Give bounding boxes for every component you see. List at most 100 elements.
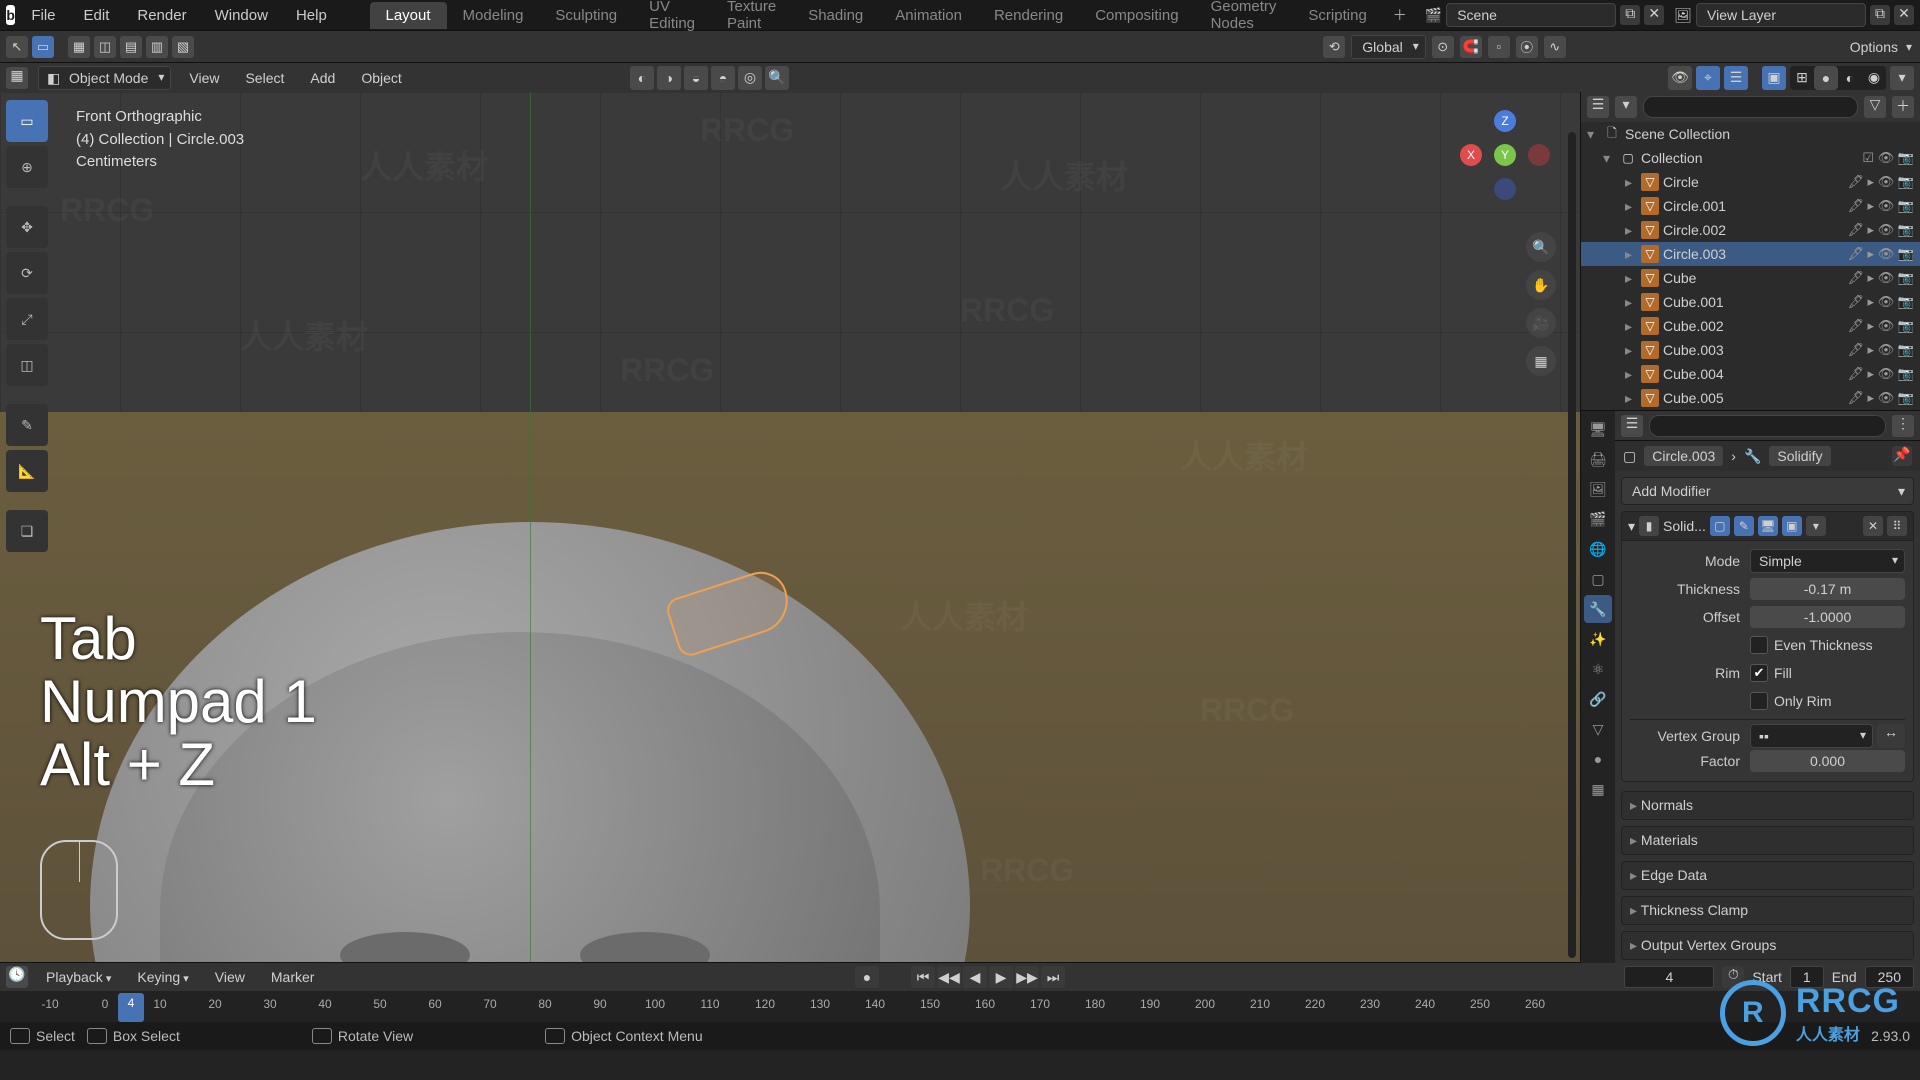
only-rim-checkbox[interactable]	[1750, 692, 1768, 710]
mod-menu-icon[interactable]: ⠿	[1887, 516, 1907, 536]
editor-type-icon[interactable]: ▦	[6, 67, 28, 89]
gizmo-neg-z[interactable]	[1494, 178, 1516, 200]
outliner-root[interactable]: ▾ 🗋 Scene Collection	[1581, 122, 1920, 146]
offset-field[interactable]: -1.0000	[1750, 606, 1905, 628]
proptab-mesh[interactable]: ▽	[1584, 715, 1612, 743]
scene-delete-button[interactable]: ✕	[1644, 5, 1664, 25]
menu-window[interactable]: Window	[203, 3, 280, 28]
disclosure-icon[interactable]: ▸	[1625, 270, 1637, 287]
proptab-object[interactable]: ▢	[1584, 565, 1612, 593]
tab-rendering[interactable]: Rendering	[978, 2, 1079, 29]
item-toggles[interactable]: 🖋 ▸ 👁 📷	[1847, 246, 1914, 262]
camera-icon[interactable]: 🎥	[1526, 308, 1556, 338]
current-frame-field[interactable]: 4	[1624, 966, 1714, 988]
outliner-item[interactable]: ▸▽Cube.003🖋 ▸ 👁 📷	[1581, 338, 1920, 362]
tab-sculpting[interactable]: Sculpting	[539, 2, 633, 29]
object-menu[interactable]: Object	[353, 66, 409, 90]
proptab-material[interactable]: ●	[1584, 745, 1612, 773]
prop-edit-icon[interactable]: ⦿	[1516, 36, 1538, 58]
item-toggles[interactable]: 🖋 ▸ 👁 📷	[1847, 198, 1914, 214]
item-toggles[interactable]: 🖋 ▸ 👁 📷	[1847, 366, 1914, 382]
outliner-collection[interactable]: ▾ ▢ Collection ☑ 👁 📷	[1581, 146, 1920, 170]
fill-checkbox[interactable]: ✔	[1750, 664, 1768, 682]
pin-icon[interactable]: 📌	[1892, 446, 1912, 466]
tool-scale[interactable]: ⤢	[6, 298, 48, 340]
snap-d-icon[interactable]: ▥	[146, 36, 168, 58]
tab-scripting[interactable]: Scripting	[1292, 2, 1382, 29]
nav-gizmo[interactable]: Z X Y	[1460, 110, 1550, 200]
mod-render-icon[interactable]: 🖥	[1758, 516, 1778, 536]
jump-end-icon[interactable]: ⏭	[1041, 966, 1065, 988]
viewlayer-delete-button[interactable]: ✕	[1894, 5, 1914, 25]
outliner-item[interactable]: ▸▽Circle.002🖋 ▸ 👁 📷	[1581, 218, 1920, 242]
menu-render[interactable]: Render	[125, 3, 198, 28]
mod-realtime-icon[interactable]: ▢	[1710, 516, 1730, 536]
options-dropdown[interactable]: Options	[1840, 35, 1914, 59]
prop-search[interactable]	[1649, 415, 1886, 437]
tab-layout[interactable]: Layout	[370, 2, 447, 29]
disclosure-icon[interactable]: ▸	[1625, 174, 1637, 191]
viewlayer-new-button[interactable]: ⧉	[1870, 5, 1890, 25]
shade-options-icon[interactable]: ▾	[1890, 66, 1914, 90]
outliner-item[interactable]: ▸▽Cube.004🖋 ▸ 👁 📷	[1581, 362, 1920, 386]
item-toggles[interactable]: 🖋 ▸ 👁 📷	[1847, 342, 1914, 358]
playhead[interactable]: 4	[118, 993, 144, 1022]
outliner-search[interactable]	[1643, 96, 1858, 118]
end-frame-field[interactable]: 250	[1865, 966, 1914, 988]
add-modifier-dropdown[interactable]: Add Modifier	[1621, 477, 1914, 505]
vgroup-invert-icon[interactable]: ↔	[1877, 724, 1905, 748]
overlay-c-icon[interactable]: ◒	[684, 66, 708, 90]
vis-filter-icon[interactable]: 👁	[1668, 66, 1692, 90]
proptab-physics[interactable]: ⚛	[1584, 655, 1612, 683]
crumb-modifier[interactable]: Solidify	[1769, 446, 1830, 466]
disclosure-icon[interactable]: ▸	[1625, 342, 1637, 359]
modifier-disclosure-icon[interactable]: ▾	[1628, 518, 1635, 535]
scene-new-button[interactable]: ⧉	[1620, 5, 1640, 25]
proptab-render[interactable]: 🖥	[1584, 415, 1612, 443]
tab-texpaint[interactable]: Texture Paint	[711, 0, 792, 37]
proptab-viewlayer[interactable]: 🖼	[1584, 475, 1612, 503]
view-menu[interactable]: View	[181, 66, 227, 90]
tab-modeling[interactable]: Modeling	[447, 2, 540, 29]
overlay-search-icon[interactable]: 🔍	[765, 66, 789, 90]
preview-range-icon[interactable]: ⏱	[1722, 966, 1744, 988]
select-menu[interactable]: Select	[237, 66, 292, 90]
disclosure-icon[interactable]: ▸	[1625, 366, 1637, 383]
section-normals[interactable]: Normals	[1621, 791, 1914, 820]
shade-matprev-icon[interactable]: ◐	[1838, 66, 1862, 90]
curve-icon[interactable]: ∿	[1544, 36, 1566, 58]
outliner-item[interactable]: ▸▽Circle.003🖋 ▸ 👁 📷	[1581, 242, 1920, 266]
disclosure-icon[interactable]: ▾	[1603, 150, 1615, 167]
mod-delete-icon[interactable]: ✕	[1863, 516, 1883, 536]
vgroup-field[interactable]: ▪▪	[1750, 724, 1873, 748]
gizmo-toggle-icon[interactable]: ⌖	[1696, 66, 1720, 90]
thickness-field[interactable]: -0.17 m	[1750, 578, 1905, 600]
add-workspace-button[interactable]: ＋	[1383, 1, 1417, 29]
overlay-d-icon[interactable]: ◓	[711, 66, 735, 90]
gizmo-z[interactable]: Z	[1494, 110, 1516, 132]
shade-rendered-icon[interactable]: ◉	[1862, 66, 1886, 90]
disclosure-icon[interactable]: ▾	[1587, 126, 1599, 143]
disclosure-icon[interactable]: ▸	[1625, 222, 1637, 239]
disclosure-icon[interactable]: ▸	[1625, 294, 1637, 311]
tab-compositing[interactable]: Compositing	[1079, 2, 1194, 29]
item-toggles[interactable]: 🖋 ▸ 👁 📷	[1847, 318, 1914, 334]
tl-view-menu[interactable]: View	[207, 966, 253, 988]
snap-e-icon[interactable]: ▧	[172, 36, 194, 58]
timeline-editor-icon[interactable]: 🕓	[6, 966, 28, 988]
section-edgedata[interactable]: Edge Data	[1621, 861, 1914, 890]
overlay-toggle-icon[interactable]: ☰	[1724, 66, 1748, 90]
outliner-display-icon[interactable]: ▾	[1615, 96, 1637, 118]
proptab-modifiers[interactable]: 🔧	[1584, 595, 1612, 623]
overlay-e-icon[interactable]: ◎	[738, 66, 762, 90]
prop-options-icon[interactable]: ⋮	[1892, 415, 1914, 437]
autokey-icon[interactable]: ●	[855, 966, 879, 988]
viewport[interactable]: RRCG 人人素材 RRCG 人人素材 人人素材 RRCG RRCG 人人素材 …	[0, 92, 1580, 962]
snap-c-icon[interactable]: ▤	[120, 36, 142, 58]
snap-b-icon[interactable]: ◫	[94, 36, 116, 58]
proptab-output[interactable]: 🖨	[1584, 445, 1612, 473]
mod-editmode-icon[interactable]: ✎	[1734, 516, 1754, 536]
tab-geonodes[interactable]: Geometry Nodes	[1195, 0, 1293, 37]
disclosure-icon[interactable]: ▸	[1625, 198, 1637, 215]
add-menu[interactable]: Add	[302, 66, 343, 90]
